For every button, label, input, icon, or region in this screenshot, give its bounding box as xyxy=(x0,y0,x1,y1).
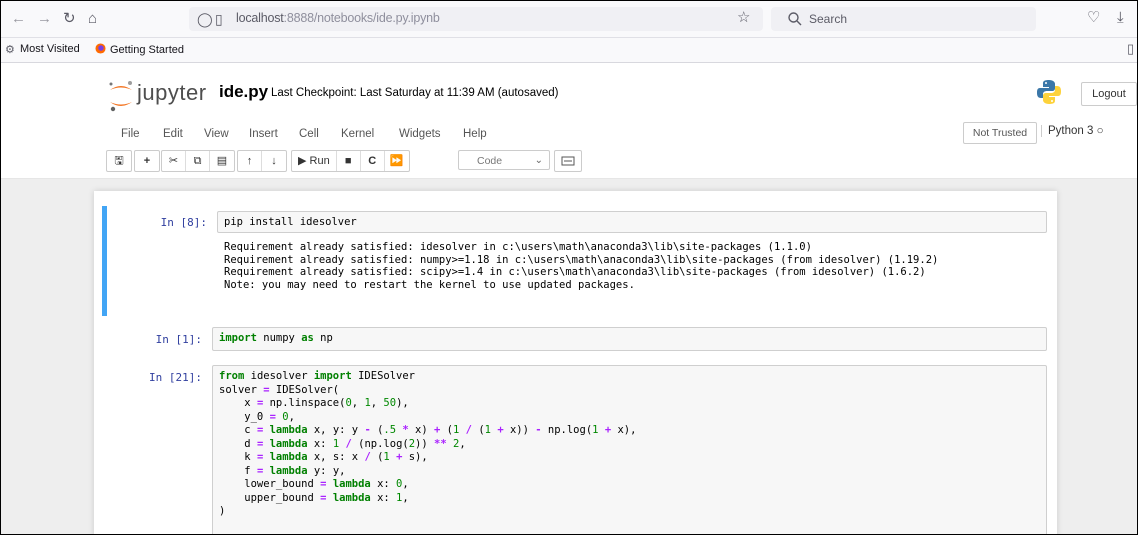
code-line: f = lambda y: y, xyxy=(219,464,346,477)
code-line: from idesolver import IDESolver xyxy=(219,370,415,382)
chevron-down-icon: ⌄ xyxy=(534,155,543,166)
trust-button[interactable]: Not Trusted xyxy=(963,122,1037,144)
code-line: ) xyxy=(219,505,226,517)
output-line: Requirement already satisfied: numpy>=1.… xyxy=(224,253,939,266)
output-line: Note: you may need to restart the kernel… xyxy=(224,278,635,291)
checkpoint-status: Last Checkpoint: Last Saturday at 11:39 … xyxy=(271,87,559,99)
cell-type-value: Code xyxy=(477,155,503,167)
page-icon: ▯ xyxy=(215,11,223,27)
notebook-container: In [8]: pip install idesolver Requiremen… xyxy=(94,191,1057,534)
save-icon[interactable]: 🖫 xyxy=(107,151,131,171)
copy-icon[interactable]: ⧉ xyxy=(186,151,210,171)
insert-group: + xyxy=(134,150,160,172)
firefox-icon xyxy=(95,43,106,54)
output-line: Requirement already satisfied: idesolver… xyxy=(224,241,812,253)
menu-view[interactable]: View xyxy=(204,128,229,140)
kernel-indicator: Python 3 ○ xyxy=(1041,125,1104,137)
code-input[interactable]: pip install idesolver xyxy=(217,211,1047,233)
url-bar[interactable]: ◯ ▯ localhost:8888/notebooks/ide.py.ipyn… xyxy=(189,7,763,31)
forward-arrow-icon[interactable]: → xyxy=(37,9,52,29)
clipboard-group: ✂ ⧉ ▤ xyxy=(161,150,235,172)
insert-cell-icon[interactable]: + xyxy=(135,151,159,171)
code-line: k = lambda x, s: x / (1 + s), xyxy=(219,451,428,463)
code-source: import numpy as np xyxy=(219,332,333,344)
stop-icon[interactable]: ■ xyxy=(337,151,361,171)
paste-icon[interactable]: ▤ xyxy=(210,151,234,171)
jupyter-header: jupyter ide.py Last Checkpoint: Last Sat… xyxy=(1,63,1137,179)
reload-icon[interactable]: ↻ xyxy=(63,9,76,29)
shield-icon: ◯ xyxy=(197,11,213,27)
search-input[interactable]: Search xyxy=(771,7,1036,31)
code-line: d = lambda x: 1 / (np.log(2)) ** 2, xyxy=(219,437,466,450)
search-placeholder: Search xyxy=(809,12,848,26)
restart-icon[interactable]: C xyxy=(361,151,385,171)
cell-output: Requirement already satisfied: idesolver… xyxy=(224,241,938,291)
back-arrow-icon[interactable]: ← xyxy=(11,9,26,29)
download-icon[interactable]: ⤓ xyxy=(1117,9,1124,27)
menu-kernel[interactable]: Kernel xyxy=(341,128,374,140)
play-icon: ▶ xyxy=(298,155,307,167)
move-down-icon[interactable]: ↓ xyxy=(262,151,286,171)
kernel-status-icon: ○ xyxy=(1096,125,1104,137)
other-bookmarks-icon[interactable]: ▯ xyxy=(1127,41,1134,57)
code-line: y_0 = 0, xyxy=(219,410,295,423)
kernel-name: Python 3 xyxy=(1048,125,1094,137)
menu-help[interactable]: Help xyxy=(463,128,487,140)
python-logo-icon xyxy=(1037,80,1061,104)
code-cell-selected[interactable]: In [8]: pip install idesolver Requiremen… xyxy=(102,206,1052,316)
pocket-icon[interactable]: ♡ xyxy=(1087,9,1100,27)
browser-toolbar: ← → ↻ ⌂ ◯ ▯ localhost:8888/notebooks/ide… xyxy=(1,1,1137,38)
menu-insert[interactable]: Insert xyxy=(249,128,278,140)
code-input[interactable]: from idesolver import IDESolver solver = … xyxy=(212,365,1047,534)
code-source: pip install idesolver xyxy=(224,216,357,228)
bookmarks-bar: ⚙ Most Visited Getting Started ▯ xyxy=(1,38,1137,63)
code-keyword: import xyxy=(219,332,257,344)
keyboard-icon[interactable] xyxy=(554,150,582,172)
logout-button[interactable]: Logout xyxy=(1081,82,1137,106)
notebook-name[interactable]: ide.py xyxy=(219,82,268,102)
output-line: Requirement already satisfied: scipy>=1.… xyxy=(224,266,926,278)
code-keyword: as xyxy=(301,332,314,344)
cell-prompt: In [8]: xyxy=(160,216,207,229)
menu-cell[interactable]: Cell xyxy=(299,128,319,140)
save-group: 🖫 xyxy=(106,150,132,172)
code-line: solver = IDESolver( xyxy=(219,383,340,396)
url-text: localhost:8888/notebooks/ide.py.ipynb xyxy=(236,11,440,25)
move-up-icon[interactable]: ↑ xyxy=(238,151,262,171)
jupyter-logo-icon[interactable] xyxy=(107,79,135,113)
bookmark-most-visited[interactable]: ⚙ Most Visited xyxy=(5,43,80,56)
fast-forward-icon[interactable]: ⏩ xyxy=(385,151,409,171)
code-source: from idesolver import IDESolver solver = … xyxy=(219,370,636,519)
code-line: upper_bound = lambda x: 1, xyxy=(219,491,409,504)
gear-icon: ⚙ xyxy=(5,44,15,56)
jupyter-wordmark: jupyter xyxy=(137,80,207,105)
search-icon xyxy=(788,12,802,26)
cell-type-select[interactable]: Code ⌄ xyxy=(458,150,550,170)
run-group: ▶ Run ■ C ⏩ xyxy=(291,150,410,172)
menu-edit[interactable]: Edit xyxy=(163,128,183,140)
code-line: c = lambda x, y: y - (.5 * x) + (1 / (1 … xyxy=(219,424,637,436)
code-cell[interactable]: In [1]: import numpy as np xyxy=(102,323,1047,353)
bookmark-star-icon[interactable]: ☆ xyxy=(737,9,750,27)
home-icon[interactable]: ⌂ xyxy=(88,9,97,29)
cell-prompt: In [1]: xyxy=(155,333,202,346)
cut-icon[interactable]: ✂ xyxy=(162,151,186,171)
code-line: x = np.linspace(0, 1, 50), xyxy=(219,397,409,409)
run-button[interactable]: ▶ Run xyxy=(292,151,337,171)
run-label: Run xyxy=(309,155,330,167)
move-group: ↑ ↓ xyxy=(237,150,287,172)
cell-prompt: In [21]: xyxy=(149,371,202,384)
window: ← → ↻ ⌂ ◯ ▯ localhost:8888/notebooks/ide… xyxy=(0,0,1138,535)
menu-widgets[interactable]: Widgets xyxy=(399,128,441,140)
code-input[interactable]: import numpy as np xyxy=(212,327,1047,351)
code-line: lower_bound = lambda x: 0, xyxy=(219,478,409,490)
code-cell[interactable]: In [21]: from idesolver import IDESolver… xyxy=(102,361,1047,534)
menu-file[interactable]: File xyxy=(121,128,140,140)
bookmark-getting-started[interactable]: Getting Started xyxy=(95,43,184,56)
